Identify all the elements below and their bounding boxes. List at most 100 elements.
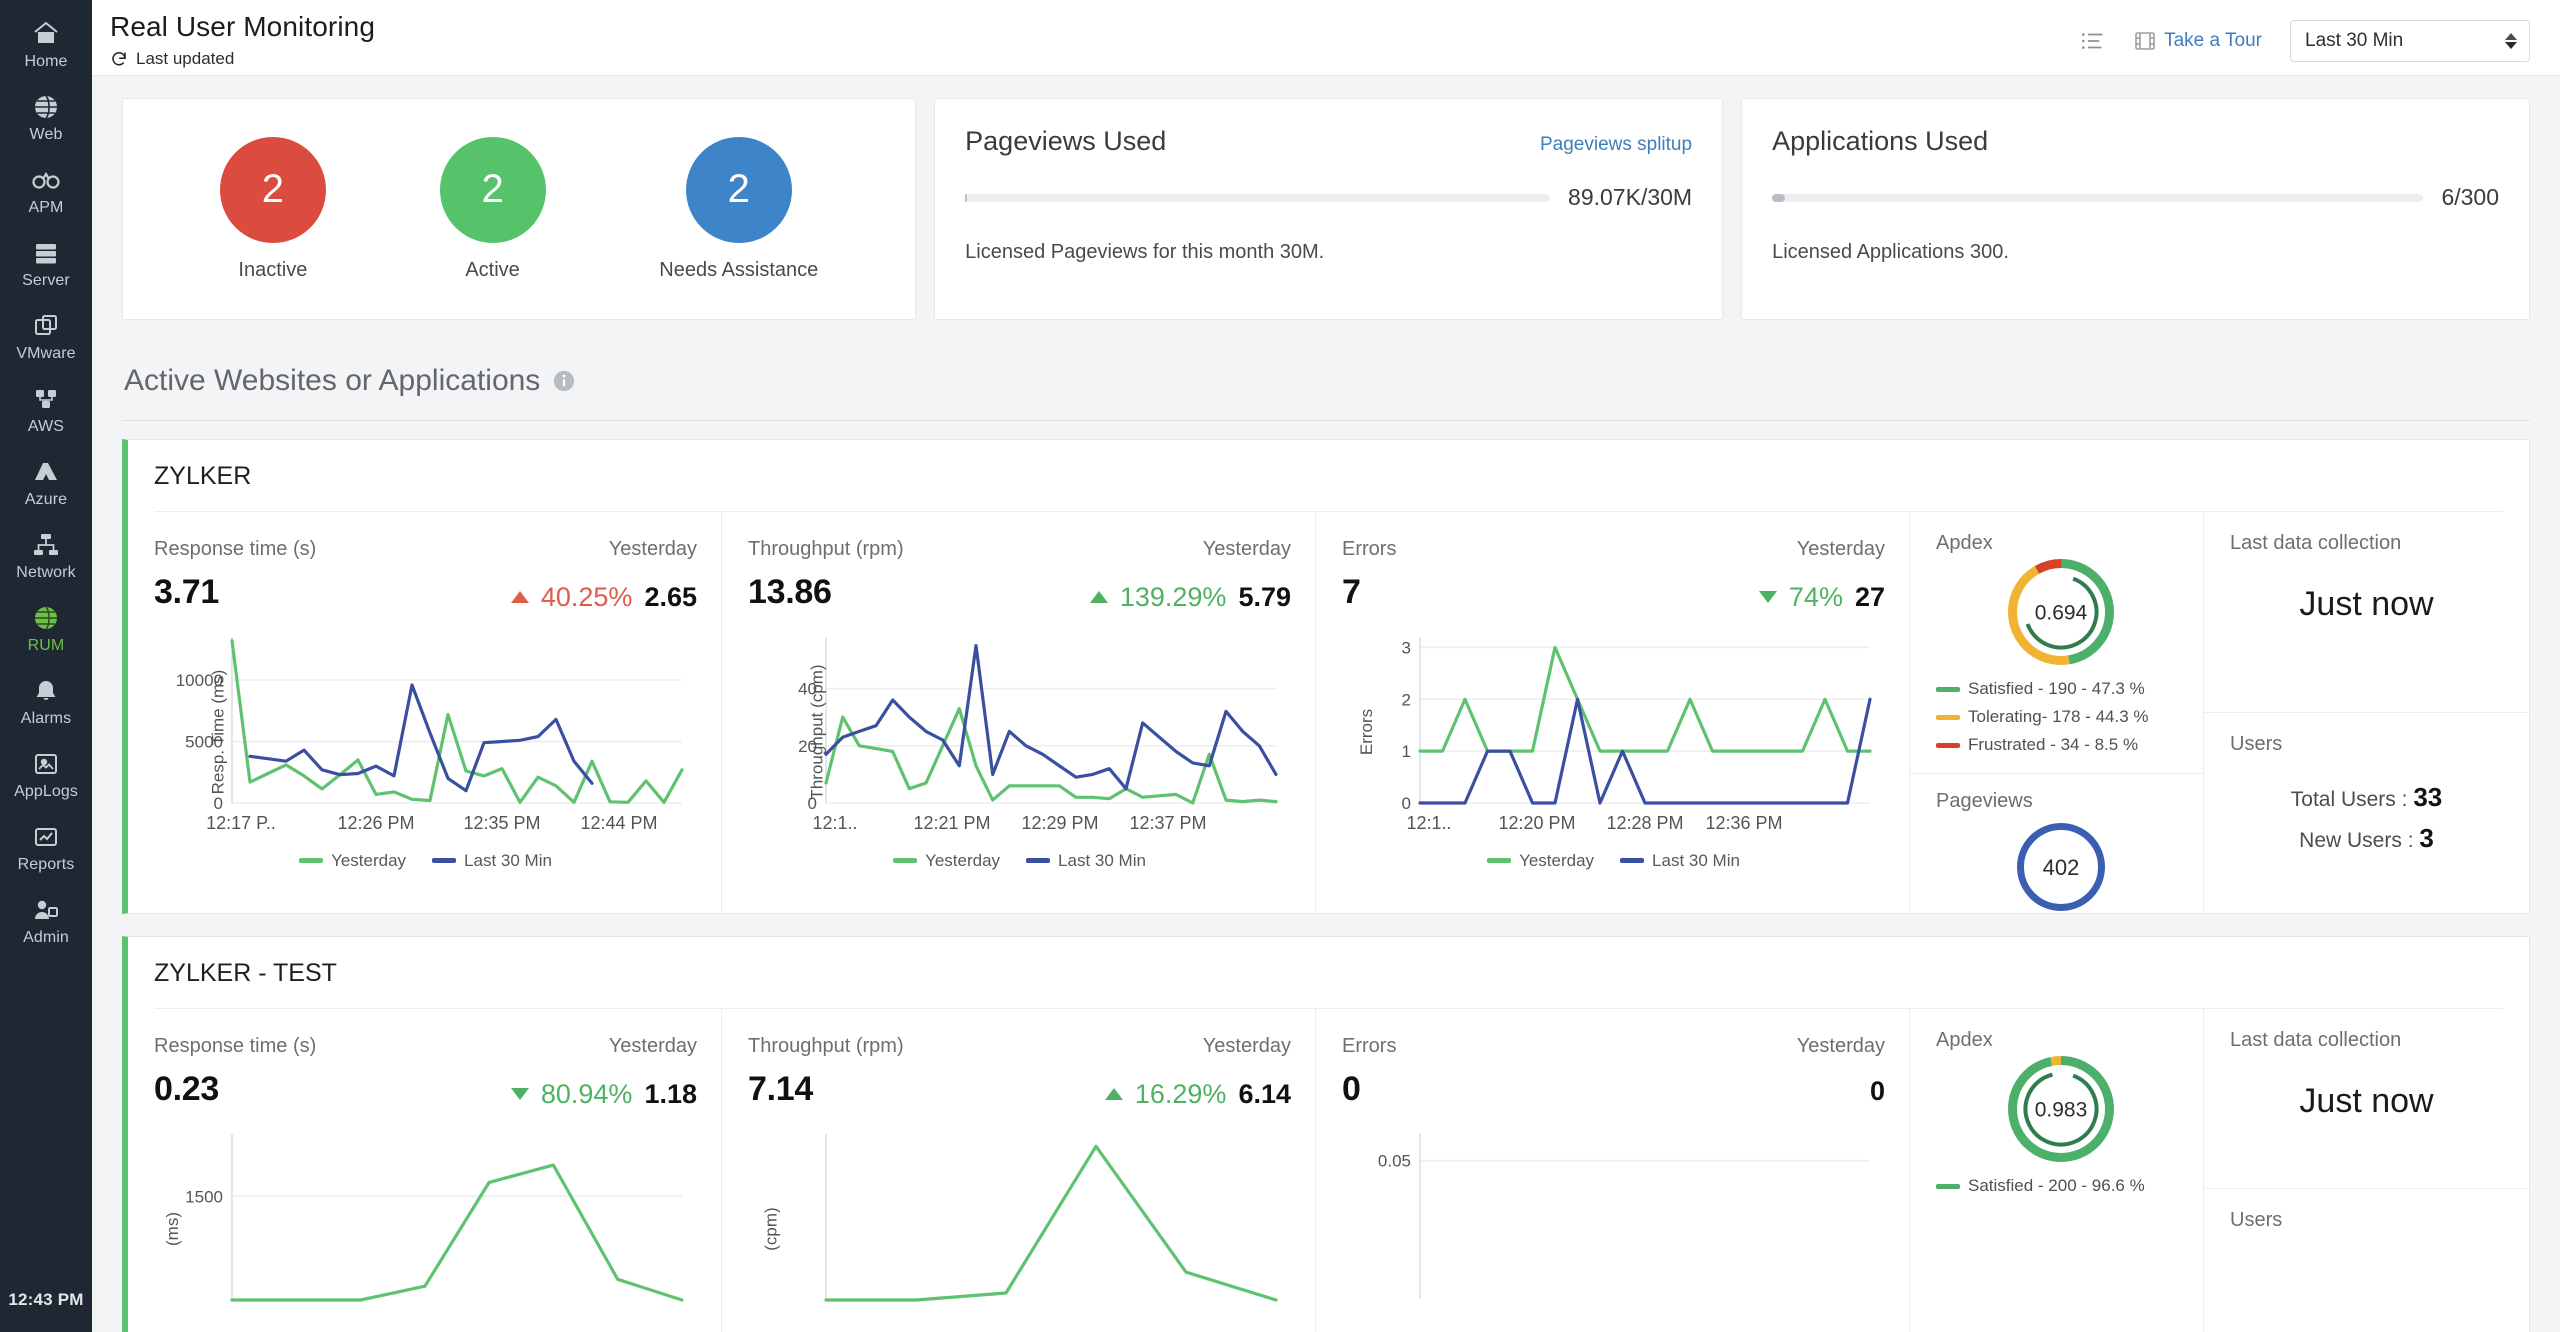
throughput-current-value: 7.14 [748,1070,813,1108]
main-area: Real User Monitoring Last updated Take a… [92,0,2560,1332]
errors-values: 00 [1342,1070,1885,1109]
sidebar-item-label: Azure [24,491,68,508]
summary-row: 2 Inactive 2 Active 2 Needs Assistance Pagevi… [122,76,2530,320]
status-item-inactive[interactable]: 2 Inactive [219,136,326,282]
pageviews-splitup-link[interactable]: Pageviews splitup [1540,134,1692,156]
sidebar-item-home[interactable]: Home [0,8,92,81]
svg-text:0.983: 0.983 [2034,1099,2087,1122]
pageviews-card-header: Pageviews Used Pageviews splitup [965,126,1692,157]
svg-text:402: 402 [2042,855,2079,880]
bell-icon [31,676,61,706]
pageviews-count: 89.07K/30M [1568,184,1693,210]
last-data-collection-label: Last data collection [2230,532,2402,554]
response-time-label: Response time (s) [154,1035,317,1057]
status-item-active[interactable]: 2 Active [439,136,546,282]
svg-text:12:20 PM: 12:20 PM [1498,813,1575,833]
take-a-tour-button[interactable]: Take a Tour [2133,29,2262,53]
errors-delta: 74% 27 [1758,581,1885,613]
status-item-needs-assistance[interactable]: 2 Needs Assistance [659,136,819,282]
sidebar-item-server[interactable]: Server [0,227,92,300]
app-card[interactable]: ZYLKER - TEST Response time (s) Yesterday 0… [122,936,2530,1332]
errors-current-value: 0 [1342,1070,1361,1108]
sidebar-item-rum[interactable]: RUM [0,592,92,665]
chevron-updown-icon[interactable] [2505,33,2517,49]
header-right: Take a Tour Last 30 Min [2079,8,2530,62]
response-time-chart: (ms) 1500 [154,1124,697,1332]
errors-label: Errors [1342,538,1397,560]
app-metrics-row: Response time (s) Yesterday 0.23 80.94% 1.18… [128,1009,2529,1332]
svg-text:12:21 PM: 12:21 PM [913,813,990,833]
last-data-collection-block: Last data collection Just now [2204,512,2529,713]
sidebar-item-admin[interactable]: Admin [0,884,92,957]
sidebar-item-azure[interactable]: Azure [0,446,92,519]
throughput-chart: (cpm) [748,1124,1291,1332]
errors-yesterday-label: Yesterday [1796,538,1885,560]
sidebar-item-aws[interactable]: AWS [0,373,92,446]
throughput-header: Throughput (rpm) Yesterday [748,1035,1291,1058]
svg-text:1500: 1500 [185,1187,223,1206]
legend-yesterday: Yesterday [1487,851,1594,871]
info-icon[interactable] [553,370,575,392]
sidebar-item-web[interactable]: Web [0,81,92,154]
response-time-delta: 40.25% 2.65 [510,581,697,613]
status-bubble: 2 [219,136,326,243]
last-data-collection-block: Last data collection Just now [2204,1009,2529,1189]
errors-current-value: 7 [1342,573,1361,611]
total-users-line: Total Users : 33 [2290,782,2443,812]
svg-text:12:26 PM: 12:26 PM [337,813,414,833]
apdex-donut-chart: 0.983 [1936,1054,2185,1164]
pageviews-block: Pageviews 402 [1910,773,2203,913]
sidebar-item-label: AWS [27,418,65,435]
response-time-prev-value: 2.65 [644,581,697,612]
svg-text:12:29 PM: 12:29 PM [1021,813,1098,833]
sidebar-item-label: VMware [16,345,76,362]
response-time-trend-icon [510,591,529,603]
throughput-current-value: 13.86 [748,573,832,611]
errors-prev-value: 27 [1854,581,1885,612]
errors-label: Errors [1342,1035,1397,1057]
last-updated-row[interactable]: Last updated [110,49,375,69]
section-title: Active Websites or Applications [124,364,541,397]
app-card[interactable]: ZYLKER Response time (s) Yesterday 3.71 40.2… [122,439,2530,914]
reports-icon [31,822,61,852]
throughput-trend-icon [1089,591,1108,603]
response-time-delta: 80.94% 1.18 [510,1079,697,1110]
users-label: Users [2230,1208,2283,1231]
legend-yesterday: Yesterday [299,851,406,871]
network-icon [31,530,61,560]
app-card-title[interactable]: ZYLKER - TEST [128,937,2529,1008]
sidebar-item-apm[interactable]: APM [0,154,92,227]
last-updated-label: Last updated [136,49,235,68]
metric-errors: Errors Yesterday 7 74% 27 Errors 0 1 2 3 12:1.. 12:… [1316,512,1910,913]
response-time-legend: Yesterday Last 30 Min [154,851,697,871]
app-card-title[interactable]: ZYLKER [128,440,2529,511]
errors-y-axis-label: Errors [1357,708,1377,755]
metric-response-time: Response time (s) Yesterday 3.71 40.25% 2.65… [128,512,722,913]
sidebar-item-network[interactable]: Network [0,519,92,592]
time-range-select[interactable]: Last 30 Min [2290,20,2530,62]
apm-icon [31,165,61,195]
status-label: Needs Assistance [659,258,819,281]
errors-delta: 0 [1870,1076,1885,1107]
header-left: Real User Monitoring Last updated [110,8,375,69]
response-time-y-axis-label: (ms) [162,1211,182,1246]
svg-text:2: 2 [1402,690,1411,709]
applications-progress-row: 6/300 [1772,184,2499,211]
applications-note: Licensed Applications 300. [1772,241,2009,263]
last-data-collection-value: Just now [2299,1082,2434,1120]
apdex-donut-chart: 0.694 [1936,557,2185,667]
errors-legend: Yesterday Last 30 Min [1342,851,1885,871]
sidebar-item-applogs[interactable]: AppLogs [0,738,92,811]
sidebar-item-vmware[interactable]: VMware [0,300,92,373]
response-time-yesterday-label: Yesterday [608,1035,697,1057]
sidebar-item-reports[interactable]: Reports [0,811,92,884]
response-time-trend-icon [510,1088,529,1100]
metric-apdex: Apdex 0.983 Satisfied - 200 - 96.6 % [1910,1009,2204,1332]
apdex-legend-item: Tolerating- 178 - 44.3 % [1936,707,2185,727]
legend-last30: Last 30 Min [1620,851,1740,871]
sidebar-item-alarms[interactable]: Alarms [0,665,92,738]
app-right-column: Last data collection Just now Users Total U… [2204,512,2529,913]
list-view-icon[interactable] [2079,28,2105,54]
throughput-prev-value: 6.14 [1238,1078,1291,1109]
refresh-icon[interactable] [110,50,128,68]
